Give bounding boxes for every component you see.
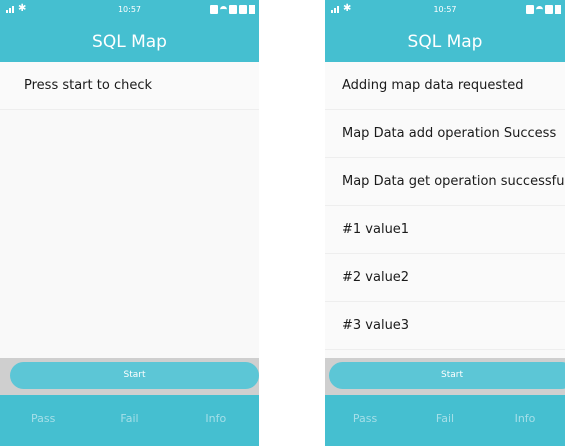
mute-icon — [229, 5, 237, 14]
start-area: Start — [0, 358, 259, 395]
battery-icon — [555, 5, 561, 14]
tab-pass[interactable]: Pass — [0, 395, 86, 446]
tab-bar: Pass Fail Info — [325, 395, 565, 446]
tab-fail[interactable]: Fail — [86, 395, 172, 446]
list-item: #2 value2 — [325, 254, 565, 302]
result-list: Adding map data requested Map Data add o… — [325, 62, 565, 350]
result-list: Press start to check — [0, 62, 259, 110]
page-title: SQL Map — [0, 22, 259, 62]
nfc-icon — [526, 5, 534, 14]
screen-icon — [239, 5, 247, 14]
list-item: #1 value1 — [325, 206, 565, 254]
list-item: Press start to check — [0, 62, 259, 110]
tab-info[interactable]: Info — [173, 395, 259, 446]
wifi-icon — [220, 5, 227, 14]
start-button[interactable]: Start — [329, 362, 565, 389]
status-bar: ✱ 10:57 — [325, 0, 565, 22]
status-icons — [526, 5, 561, 14]
tab-bar: Pass Fail Info — [0, 395, 259, 446]
right-screen: ✱ 10:57 SQL Map Adding map data requeste… — [325, 0, 565, 446]
start-button[interactable]: Start — [10, 362, 259, 389]
page-title: SQL Map — [325, 22, 565, 62]
tab-info[interactable]: Info — [485, 395, 565, 446]
list-item: Map Data add operation Success — [325, 110, 565, 158]
left-screen: ✱ 10:57 SQL Map Press start to check Sta… — [0, 0, 259, 446]
start-area: Start — [325, 358, 565, 395]
list-item: Map Data get operation successful. — [325, 158, 565, 206]
tab-pass[interactable]: Pass — [325, 395, 405, 446]
list-item: #3 value3 — [325, 302, 565, 350]
list-item: Adding map data requested — [325, 62, 565, 110]
battery-icon — [249, 5, 255, 14]
status-icons — [210, 5, 255, 14]
nfc-icon — [210, 5, 218, 14]
mute-icon — [545, 5, 553, 14]
status-bar: ✱ 10:57 — [0, 0, 259, 22]
wifi-icon — [536, 5, 543, 14]
tab-fail[interactable]: Fail — [405, 395, 485, 446]
